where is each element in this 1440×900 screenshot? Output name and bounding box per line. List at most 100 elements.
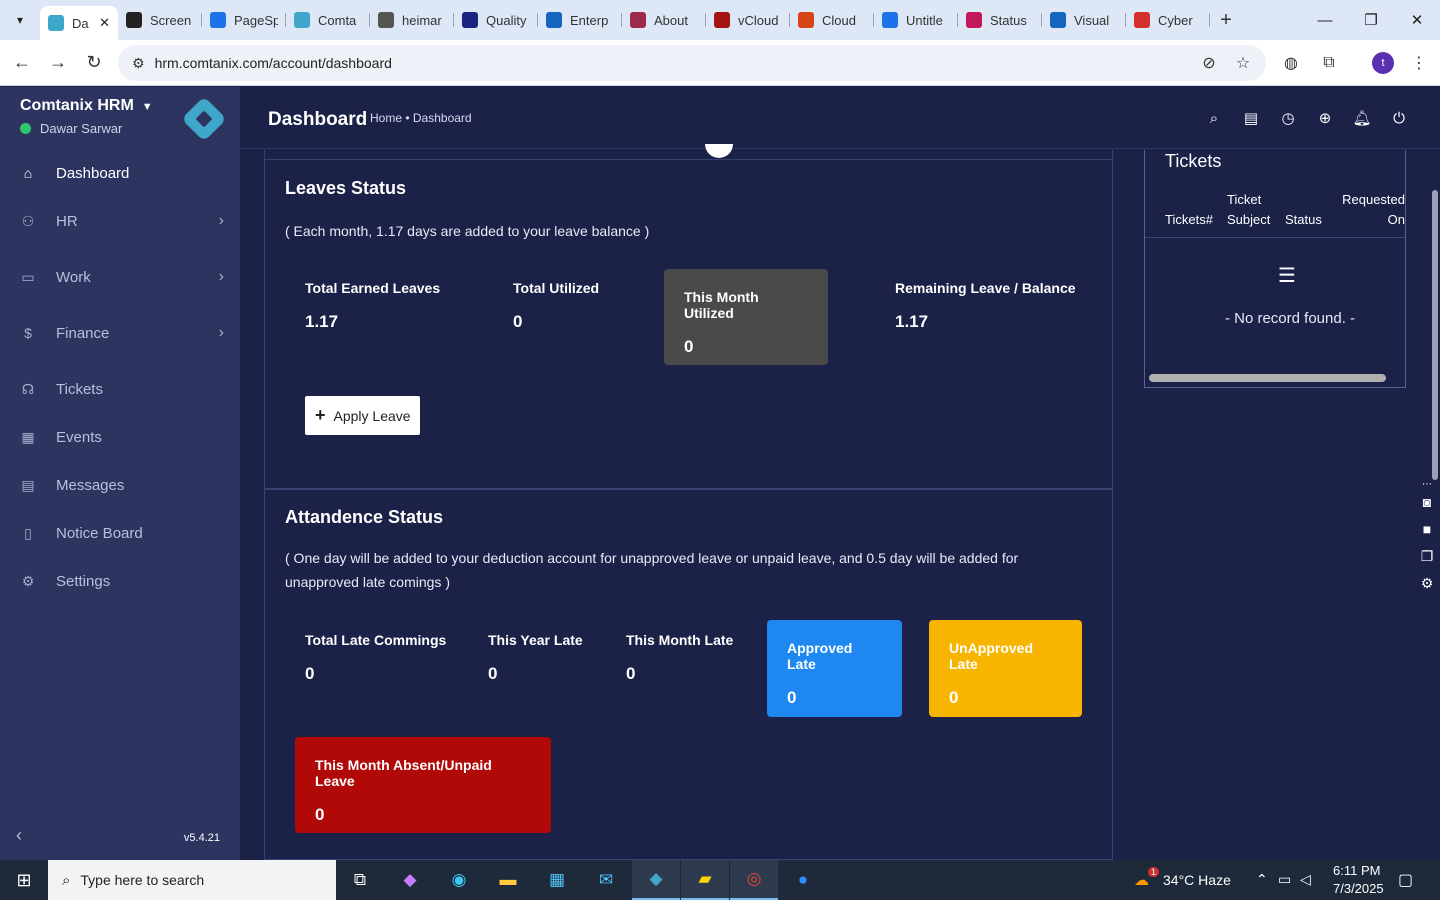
edge-icon[interactable]: ◉ <box>435 860 483 900</box>
app-logo-icon[interactable] <box>181 96 227 142</box>
browser-tab[interactable]: Screen <box>118 0 202 40</box>
browser-tab[interactable]: Cyber <box>1126 0 1210 40</box>
tracking-protection-icon[interactable]: ⊘ <box>1194 48 1224 78</box>
store-icon[interactable]: ▦ <box>533 860 581 900</box>
bell-icon[interactable]: 🔔︎ <box>1351 107 1373 129</box>
leaves-status-title: Leaves Status <box>285 178 407 198</box>
notification-center-icon[interactable]: ▢ <box>1398 870 1413 890</box>
tickets-widget: Tickets Tickets# Ticket Subject Status R… <box>1144 150 1406 388</box>
minimize-icon[interactable]: — <box>1302 0 1348 40</box>
browser-tab[interactable]: heimar <box>370 0 454 40</box>
message-icon: ▤ <box>21 476 35 493</box>
translate-icon[interactable]: ◍ <box>1276 48 1306 78</box>
sidebar-item-messages[interactable]: ▤ Messages <box>0 463 240 507</box>
tab-favicon-icon <box>966 12 982 28</box>
collapse-sidebar-icon[interactable]: ‹ <box>16 825 22 846</box>
sidebar-item-label: Notice Board <box>56 524 143 542</box>
sidebar-item-notice-board[interactable]: ▯ Notice Board <box>0 511 240 555</box>
browser-tab[interactable]: Enterp <box>538 0 622 40</box>
search-icon[interactable]: ⌕ <box>1203 107 1225 129</box>
power-icon[interactable]: ⏻ <box>1388 107 1410 129</box>
sidebar-item-events[interactable]: ▦ Events <box>0 415 240 459</box>
sidebar-item-dashboard[interactable]: ⌂ Dashboard <box>0 151 240 195</box>
window-icon[interactable]: ❐ <box>1416 546 1438 566</box>
this-month-late: This Month Late 0 <box>626 632 734 683</box>
tab-label: Visual <box>1074 12 1110 28</box>
weather-badge: 1 <box>1148 867 1160 877</box>
calendar-icon: ▦ <box>21 428 35 445</box>
back-icon[interactable]: ← <box>4 45 40 81</box>
site-info-icon[interactable]: ⚙ <box>132 55 145 72</box>
browser-tab[interactable]: Cloud <box>790 0 874 40</box>
camera-icon[interactable]: ◙ <box>1416 492 1438 512</box>
reload-icon[interactable]: ↻ <box>76 45 112 81</box>
copilot-icon[interactable]: ◆ <box>386 860 434 900</box>
new-tab-button[interactable]: + <box>1210 9 1242 32</box>
address-bar[interactable]: ⚙ hrm.comtanix.com/account/dashboard <box>118 45 1266 81</box>
close-window-icon[interactable]: ✕ <box>1394 0 1440 40</box>
volume-icon[interactable]: ◁ <box>1300 871 1311 888</box>
sidebar-item-finance[interactable]: $ Finance › <box>0 311 240 355</box>
file-explorer-icon[interactable]: ▬ <box>484 860 532 900</box>
browser-tab[interactable]: PageSp <box>202 0 286 40</box>
approved-late-card: Approved Late 0 <box>767 620 902 717</box>
sidebar-item-label: HR <box>56 212 78 230</box>
tray-chevron-up-icon[interactable]: ⌃ <box>1256 871 1268 888</box>
notes-icon[interactable]: ▤ <box>1240 107 1262 129</box>
sidebar-item-settings[interactable]: ⚙ Settings <box>0 559 240 603</box>
chevron-right-icon: › <box>218 324 224 341</box>
panel-divider <box>265 159 1114 160</box>
tab-label: Cloud <box>822 12 856 28</box>
browser-tab[interactable]: Quality <box>454 0 538 40</box>
comtanix-app-icon[interactable]: ◆ <box>632 860 680 900</box>
weather-text[interactable]: 34°C Haze <box>1163 872 1231 888</box>
video-icon[interactable]: ■ <box>1416 519 1438 539</box>
profile-avatar[interactable]: t <box>1368 48 1398 78</box>
bookmark-star-icon[interactable]: ☆ <box>1228 48 1258 78</box>
extensions-icon[interactable]: ⧉ <box>1314 48 1344 78</box>
restore-icon[interactable]: ❐ <box>1348 0 1394 40</box>
tab-favicon-icon <box>546 12 562 28</box>
sidebar-item-label: Finance <box>56 324 110 342</box>
clock-date[interactable]: 7/3/2025 <box>1333 881 1384 896</box>
settings-tool-icon[interactable]: ⚙ <box>1416 573 1438 593</box>
taskbar-search-input[interactable]: ⌕ Type here to search <box>48 860 336 900</box>
forward-icon[interactable]: → <box>40 45 76 81</box>
sidebar-item-label: Tickets <box>56 380 103 398</box>
clock-time[interactable]: 6:11 PM <box>1333 863 1380 878</box>
url-text: hrm.comtanix.com/account/dashboard <box>154 55 392 71</box>
tab-favicon-icon <box>210 12 226 28</box>
link-tool-icon[interactable]: ⋯ <box>1416 474 1438 494</box>
apply-leave-button[interactable]: + Apply Leave <box>305 396 420 435</box>
windows-start-icon[interactable]: ⊞ <box>0 860 48 900</box>
sidebar-item-tickets[interactable]: ☊ Tickets <box>0 367 240 411</box>
browser-tab[interactable]: Untitle <box>874 0 958 40</box>
tab-label: vCloud <box>738 12 779 28</box>
tab-search-icon[interactable]: ▾ <box>6 6 34 34</box>
chrome-icon[interactable]: ◎ <box>730 860 778 900</box>
browser-tab[interactable]: About <box>622 0 706 40</box>
sidebar-item-hr[interactable]: ⚇ HR › <box>0 199 240 243</box>
browser-tab[interactable]: Comta <box>286 0 370 40</box>
browser-tab[interactable]: vCloud <box>706 0 790 40</box>
sidebar-item-label: Messages <box>56 476 125 494</box>
weather-icon[interactable]: ☁ <box>1134 871 1149 889</box>
horizontal-scrollbar[interactable] <box>1149 374 1386 382</box>
browser-menu-icon[interactable]: ⋮ <box>1404 48 1434 78</box>
page-scrollbar[interactable] <box>1432 190 1438 480</box>
task-view-icon[interactable]: ⧉ <box>336 860 384 900</box>
plus-icon: + <box>315 405 326 425</box>
network-icon[interactable]: ▭ <box>1278 871 1291 888</box>
mail-icon[interactable]: ✉ <box>582 860 630 900</box>
browser-tab[interactable]: Visual <box>1042 0 1126 40</box>
sticky-notes-icon[interactable]: ▰ <box>681 860 729 900</box>
brand-switcher[interactable]: Comtanix HRM ▼ <box>20 97 153 115</box>
clock-icon[interactable]: ◷ <box>1277 107 1299 129</box>
browser-tab[interactable]: Status <box>958 0 1042 40</box>
add-circle-icon[interactable]: ⊕ <box>1314 107 1336 129</box>
page-title: Dashboard <box>268 109 368 130</box>
close-tab-icon[interactable]: ✕ <box>99 15 110 31</box>
zoom-icon[interactable]: ● <box>779 860 827 900</box>
browser-tab[interactable]: Da ✕ <box>40 6 118 40</box>
sidebar-item-work[interactable]: ▭ Work › <box>0 255 240 299</box>
